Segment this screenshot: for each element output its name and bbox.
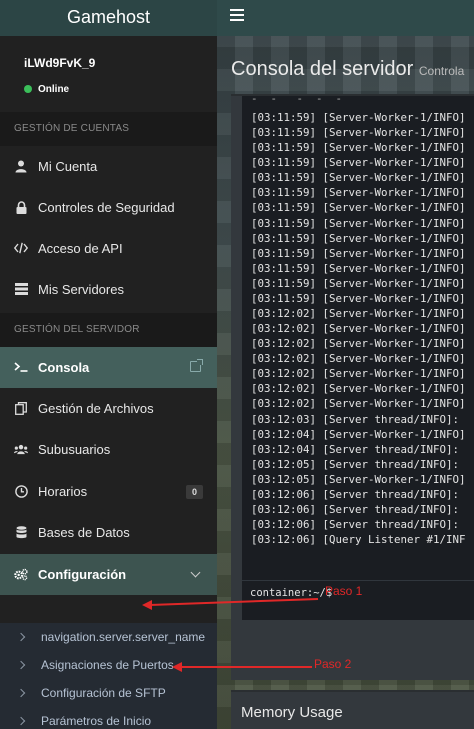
section-header-server: GESTIÓN DEL SERVIDOR <box>0 313 217 347</box>
console-line: [03:11:59] [Server-Worker-1/INFO] <box>251 111 466 124</box>
sidebar-item-subusers[interactable]: Subusuarios <box>0 429 217 470</box>
external-link-icon[interactable] <box>190 359 203 372</box>
console-line: [03:12:06] [Server thread/INFO]: <box>251 518 460 532</box>
sidebar-item-api[interactable]: Acceso de API <box>0 228 217 269</box>
gears-icon <box>14 567 28 581</box>
sidebar-item-security[interactable]: Controles de Seguridad <box>0 187 217 228</box>
console-line: [03:12:05] [Server thread/INFO]: <box>251 457 460 471</box>
chevron-right-icon <box>16 632 26 642</box>
chevron-right-icon <box>16 660 26 670</box>
brand-logo[interactable]: Gamehost <box>0 0 217 36</box>
console-line: [03:12:02] [Server-Worker-1/INFO] <box>251 307 466 321</box>
submenu-item-label: Configuración de SFTP <box>41 686 166 700</box>
section-header-accounts: GESTIÓN DE CUENTAS <box>0 112 217 146</box>
console-line: [03:12:06] [Query Listener #1/INF <box>251 533 466 547</box>
lock-icon <box>14 200 28 214</box>
page-title-text: Consola del servidor <box>231 58 414 80</box>
sidebar-item-files[interactable]: Gestión de Archivos <box>0 388 217 429</box>
console-output[interactable]: - - - - - [03:11:59] [Server-Worker-1/IN… <box>242 96 474 580</box>
console-line: [03:12:06] [Server thread/INFO]: <box>251 503 460 517</box>
console-line: [03:12:02] [Server-Worker-1/INFO] <box>251 367 466 381</box>
username: iLWd9FvK_9 <box>24 56 96 70</box>
console-line: [03:11:59] [Server-Worker-1/INFO] <box>251 156 466 170</box>
console-lines: [03:11:59] [Server-Worker-1/INFO] [03:11:… <box>251 110 466 547</box>
sidebar-item-label: Mis Servidores <box>38 282 124 297</box>
clock-icon <box>14 484 28 498</box>
console-line: [03:12:02] [Server-Worker-1/INFO] <box>251 352 466 366</box>
sidebar-item-my-servers[interactable]: Mis Servidores <box>0 269 217 310</box>
console-line: [03:12:03] [Server thread/INFO]: <box>251 412 460 426</box>
console-line: [03:12:02] [Server-Worker-1/INFO] <box>251 322 466 336</box>
page-subtitle: Controla <box>418 64 465 78</box>
submenu-item-label: Asignaciones de Puertos <box>41 658 174 672</box>
console-line: [03:12:04] [Server-Worker-1/INFO] <box>251 427 466 441</box>
console-line: [03:11:59] [Server-Worker-1/INFO] <box>251 201 466 215</box>
sidebar-item-label: Acceso de API <box>38 241 123 256</box>
console-line: [03:11:59] [Server-Worker-1/INFO] <box>251 231 466 245</box>
sidebar-item-configuration[interactable]: Configuración <box>0 554 217 595</box>
schedules-count-badge: 0 <box>186 485 203 499</box>
console-line: [03:11:59] [Server-Worker-1/INFO] <box>251 276 466 290</box>
user-panel: iLWd9FvK_9 Online <box>0 36 217 112</box>
database-icon <box>14 525 28 539</box>
console-line: [03:11:59] [Server-Worker-1/INFO] <box>251 246 466 260</box>
console-line: [03:11:59] [Server-Worker-1/INFO] <box>251 186 466 200</box>
console-line: [03:12:02] [Server-Worker-1/INFO] <box>251 397 466 411</box>
terminal-icon <box>14 360 28 374</box>
console-line: [03:11:59] [Server-Worker-1/INFO] <box>251 291 466 305</box>
sidebar: iLWd9FvK_9 Online GESTIÓN DE CUENTAS Mi … <box>0 36 217 729</box>
annotation-step2: Paso 2 <box>314 657 352 671</box>
chevron-right-icon <box>16 716 26 726</box>
submenu-item-label: Parámetros de Inicio <box>41 714 152 728</box>
top-navbar: Gamehost <box>0 0 474 36</box>
annotation-step1: Paso 1 <box>325 584 363 598</box>
hamburger-icon[interactable] <box>230 9 244 25</box>
memory-usage-card: Memory Usage <box>231 690 474 729</box>
memory-usage-title: Memory Usage <box>241 704 343 721</box>
sidebar-item-schedules[interactable]: Horarios 0 <box>0 471 217 512</box>
sidebar-item-databases[interactable]: Bases de Datos <box>0 512 217 553</box>
submenu-item-sftp[interactable]: Configuración de SFTP <box>0 679 217 707</box>
users-icon <box>14 442 28 456</box>
console-line: [03:11:59] [Server-Worker-1/INFO] <box>251 216 466 230</box>
console-line: [03:11:59] [Server-Worker-1/INFO] <box>251 141 466 155</box>
chevron-down-icon[interactable] <box>190 567 201 578</box>
submenu-item-server-name[interactable]: navigation.server.server_name <box>0 623 217 651</box>
console-line: [03:11:59] [Server-Worker-1/INFO] <box>251 261 466 275</box>
user-icon <box>14 159 28 173</box>
chevron-right-icon <box>16 688 26 698</box>
console-line: [03:12:02] [Server-Worker-1/INFO] <box>251 382 466 396</box>
status-label: Online <box>38 84 70 95</box>
console-line: [03:12:04] [Server thread/INFO]: <box>251 442 460 456</box>
sidebar-item-label: Controles de Seguridad <box>38 200 175 215</box>
files-icon <box>14 401 28 415</box>
sidebar-item-label: Mi Cuenta <box>38 159 98 174</box>
console-cut-line: - - - - - <box>251 96 343 105</box>
sidebar-item-label: Configuración <box>38 567 127 582</box>
sidebar-item-label: Gestión de Archivos <box>38 401 154 416</box>
status-online: Online <box>24 84 69 95</box>
server-list-icon <box>14 282 28 296</box>
status-dot-icon <box>24 85 32 93</box>
main-content: Consola del servidor Controla - - - - - … <box>217 36 474 729</box>
sidebar-item-label: Consola <box>38 360 90 375</box>
submenu-item-startup[interactable]: Parámetros de Inicio <box>0 707 217 729</box>
console-line: [03:12:02] [Server-Worker-1/INFO] <box>251 337 466 351</box>
sidebar-item-console[interactable]: Consola <box>0 347 217 388</box>
configuration-submenu: navigation.server.server_name Asignacion… <box>0 623 217 729</box>
submenu-item-port-allocations[interactable]: Asignaciones de Puertos <box>0 651 217 679</box>
sidebar-item-label: Bases de Datos <box>38 525 130 540</box>
sidebar-item-my-account[interactable]: Mi Cuenta <box>0 146 217 187</box>
console-line: [03:12:06] [Server thread/INFO]: <box>251 487 460 501</box>
console-prompt: container:~/$ <box>250 587 333 599</box>
sidebar-item-label: Horarios <box>38 484 88 499</box>
submenu-item-label: navigation.server.server_name <box>41 630 206 644</box>
console-line: [03:12:05] [Server-Worker-1/INFO] <box>251 472 466 486</box>
console-line: [03:11:59] [Server-Worker-1/INFO] <box>251 126 466 140</box>
code-icon <box>14 241 28 255</box>
sidebar-item-label: Subusuarios <box>38 442 111 457</box>
console-line: [03:11:59] [Server-Worker-1/INFO] <box>251 171 466 185</box>
page-title: Consola del servidor Controla <box>231 58 464 81</box>
